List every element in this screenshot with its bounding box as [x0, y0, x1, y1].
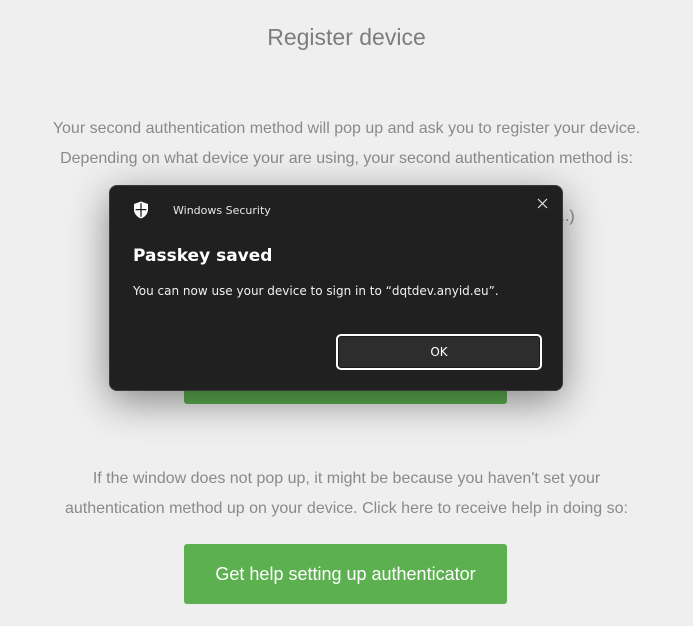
dialog-heading: Passkey saved — [133, 246, 273, 266]
help-line-2: authentication method up on your device.… — [64, 500, 628, 517]
windows-security-dialog: Windows Security Passkey saved You can n… — [109, 185, 563, 391]
help-line-1: If the window does not pop up, it might … — [92, 470, 601, 487]
get-help-button[interactable]: Get help setting up authenticator — [184, 544, 507, 604]
close-button[interactable] — [530, 192, 554, 214]
ok-button[interactable]: OK — [336, 334, 542, 370]
intro-line-2: Depending on what device your are using,… — [60, 150, 633, 167]
intro-paragraph: Your second authentication method will p… — [0, 114, 693, 174]
intro-line-1: Your second authentication method will p… — [52, 120, 641, 137]
close-icon — [537, 198, 547, 208]
shield-icon — [134, 201, 148, 219]
help-paragraph: If the window does not pop up, it might … — [0, 464, 693, 524]
page-title: Register device — [267, 24, 426, 50]
dialog-app-name: Windows Security — [173, 204, 271, 217]
dialog-message: You can now use your device to sign in t… — [133, 284, 499, 298]
